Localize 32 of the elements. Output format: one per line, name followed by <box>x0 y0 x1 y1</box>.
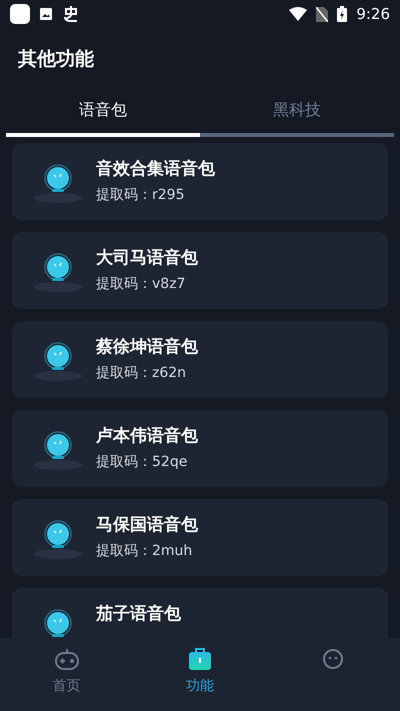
nav-tab[interactable]: 首页 <box>0 646 134 702</box>
extract-code: 提取码：2muh <box>96 542 194 560</box>
wifi-icon <box>289 7 308 21</box>
voice-pack-card[interactable]: 茄子语音包 <box>12 588 388 638</box>
robot-icon <box>321 646 346 670</box>
briefcase-icon <box>188 646 212 670</box>
pack-name: 蔡徐坤语音包 <box>96 336 198 358</box>
bug-icon <box>62 5 80 23</box>
pack-name: 音效合集语音包 <box>96 158 215 180</box>
extract-code: 提取码：z62n <box>96 364 188 382</box>
extract-code: 提取码：52qe <box>96 453 188 471</box>
extract-code: 提取码：r295 <box>96 186 186 204</box>
voice-pack-card[interactable]: 马保国语音包 提取码：2muh <box>12 499 388 576</box>
voice-pack-card[interactable]: 蔡徐坤语音包 提取码：z62n <box>12 321 388 398</box>
page-title: 其他功能 <box>17 47 95 72</box>
gamepad-icon <box>54 646 80 670</box>
voice-pack-card[interactable]: 音效合集语音包 提取码：r295 <box>12 143 388 220</box>
voice-pack-card[interactable]: 卢本伟语音包 提取码：52qe <box>12 410 388 487</box>
pack-name: 大司马语音包 <box>96 247 198 269</box>
pack-name: 卢本伟语音包 <box>96 425 198 447</box>
nav-tab[interactable]: 功能 <box>133 646 267 702</box>
pack-name: 马保国语音包 <box>96 514 198 536</box>
no-sim-icon <box>316 6 328 22</box>
image-icon <box>39 7 53 21</box>
tab[interactable]: 语音包 <box>6 92 200 137</box>
tab[interactable]: 黑科技 <box>200 92 394 137</box>
pack-name: 茄子语音包 <box>96 603 181 625</box>
app-icon <box>10 4 30 24</box>
voice-pack-card[interactable]: 大司马语音包 提取码：v8z7 <box>12 232 388 309</box>
battery-icon <box>337 6 348 22</box>
extract-code: 提取码：v8z7 <box>96 275 186 293</box>
clock-time: 9:26 <box>356 5 390 23</box>
